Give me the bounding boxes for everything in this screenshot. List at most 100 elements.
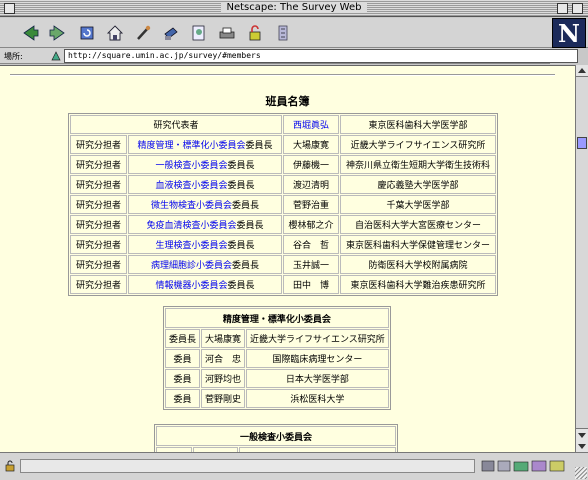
search-icon[interactable] <box>134 24 152 42</box>
position-text: 委員長 <box>227 161 255 171</box>
position-cell: 委員 <box>165 349 201 368</box>
name-link[interactable]: 西堀眞弘 <box>293 121 329 131</box>
name-cell: 渡辺清明 <box>283 175 339 194</box>
page-proxy-icon[interactable] <box>50 50 62 62</box>
images-icon[interactable] <box>190 24 208 42</box>
resize-grip[interactable] <box>575 467 587 479</box>
committee-cell: 免疫血清検査小委員会委員長 <box>128 215 282 234</box>
name-cell: 西堀眞弘 <box>283 115 339 134</box>
navigation-toolbar <box>0 18 588 48</box>
committee-cell: 情報機器小委員会委員長 <box>128 275 282 294</box>
print-icon[interactable] <box>218 24 236 42</box>
committee-link[interactable]: 免疫血清検査小委員会 <box>147 221 237 231</box>
position-text: 委員長 <box>227 241 255 251</box>
guide-icon[interactable] <box>162 24 180 42</box>
committee-link[interactable]: 精度管理・標準化小委員会 <box>138 141 246 151</box>
window-title: Netscape: The Survey Web <box>220 2 368 13</box>
position-cell: 委員 <box>165 389 201 408</box>
affiliation-cell: 千葉大学医学部 <box>340 195 496 214</box>
table-row: 研究分担者 微生物検査小委員会委員長 菅野治重 千葉大学医学部 <box>70 195 496 214</box>
table-row: 研究分担者 一般検査小委員会委員長 伊藤機一 神奈川県立衛生短期大学衛生技術科 <box>70 155 496 174</box>
status-bar <box>0 452 588 480</box>
affiliation-cell: 近畿大学ライフサイエンス研究所 <box>340 135 496 154</box>
collapse-box[interactable] <box>572 3 583 14</box>
affiliation-cell: 慶応義塾大学医学部 <box>340 175 496 194</box>
name-cell: 玉井誠一 <box>283 255 339 274</box>
table-row: 一般検査小委員会 <box>156 426 396 446</box>
role-cell: 研究分担者 <box>70 135 128 154</box>
url-input[interactable]: http://square.umin.ac.jp/survey/#members <box>64 49 578 63</box>
position-text: 委員長 <box>227 181 255 191</box>
position-text: 委員長 <box>232 261 260 271</box>
zoom-box[interactable] <box>557 3 568 14</box>
name-cell: 河合 忠 <box>201 349 246 368</box>
role-cell: 研究分担者 <box>70 215 128 234</box>
affiliation-cell: 防衛医科大学校附属病院 <box>340 255 496 274</box>
location-label: 場所: <box>4 52 23 61</box>
name-cell: 菅野治重 <box>283 195 339 214</box>
table-caption: 精度管理・標準化小委員会 <box>165 308 389 328</box>
affiliation-cell: 浜松医科大学 <box>246 389 389 408</box>
name-cell: 田中 博 <box>283 275 339 294</box>
role-cell: 研究代表者 <box>70 115 282 134</box>
security-lock-icon[interactable] <box>4 460 16 472</box>
reload-icon[interactable] <box>78 24 96 42</box>
table-row: 委員 河合 忠国際臨床病理センター <box>165 349 389 368</box>
table-row: 研究代表者 西堀眞弘 東京医科歯科大学医学部 <box>70 115 496 134</box>
position-text: 委員長 <box>227 281 255 291</box>
committee-link[interactable]: 一般検査小委員会 <box>156 161 228 171</box>
affiliation-cell: 東京医科歯科大学医学部 <box>340 115 496 134</box>
table-row: 精度管理・標準化小委員会 <box>165 308 389 328</box>
position-cell: 委員長 <box>165 329 201 348</box>
affiliation-cell: 神奈川県立衛生短期大学衛生技術科 <box>340 155 496 174</box>
committee-cell: 微生物検査小委員会委員長 <box>128 195 282 214</box>
name-cell: 谷合 哲 <box>283 235 339 254</box>
scroll-thumb[interactable] <box>577 137 587 149</box>
name-cell: 櫻林郁之介 <box>283 215 339 234</box>
location-bar: 場所: http://square.umin.ac.jp/survey/#mem… <box>0 48 578 64</box>
vertical-scrollbar[interactable] <box>575 65 588 452</box>
forward-icon[interactable] <box>48 24 66 42</box>
window-title-bar[interactable]: Netscape: The Survey Web <box>0 0 588 17</box>
table-row: 委員 菅野剛史 浜松医科大学 <box>165 389 389 408</box>
affiliation-cell: 近畿大学ライフサイエンス研究所 <box>246 329 389 348</box>
committee-link[interactable]: 血液検査小委員会 <box>156 181 228 191</box>
name-cell: 菅野剛史 <box>201 389 246 408</box>
role-cell: 研究分担者 <box>70 255 128 274</box>
table-row: 委員 河野均也 日本大学医学部 <box>165 369 389 388</box>
position-text: 委員長 <box>245 141 273 151</box>
role-cell: 研究分担者 <box>70 275 128 294</box>
scroll-down-arrow-icon[interactable] <box>576 428 588 452</box>
members-table: 研究代表者 西堀眞弘 東京医科歯科大学医学部 研究分担者 精度管理・標準化小委員会… <box>68 113 498 296</box>
committee-cell: 精度管理・標準化小委員会委員長 <box>128 135 282 154</box>
table-row: 研究分担者 生理検査小委員会委員長 谷合 哲東京医科歯科大学保健管理センター <box>70 235 496 254</box>
table-row: 研究分担者 免疫血清検査小委員会委員長 櫻林郁之介 自治医科大学大宮医療センター <box>70 215 496 234</box>
committee-link[interactable]: 微生物検査小委員会 <box>151 201 232 211</box>
role-cell: 研究分担者 <box>70 235 128 254</box>
position-cell: 委員 <box>165 369 201 388</box>
home-icon[interactable] <box>106 24 124 42</box>
role-cell: 研究分担者 <box>70 195 128 214</box>
affiliation-cell: 自治医科大学大宮医療センター <box>340 215 496 234</box>
table-row: 研究分担者 精度管理・標準化小委員会委員長 大場康寛 近畿大学ライフサイエンス研究所 <box>70 135 496 154</box>
back-icon[interactable] <box>22 24 40 42</box>
status-message <box>20 459 475 473</box>
scroll-up-arrow-icon[interactable] <box>576 65 588 77</box>
component-bar <box>480 459 572 473</box>
committee-link[interactable]: 病理細胞診小委員会 <box>151 261 232 271</box>
security-icon[interactable] <box>246 24 264 42</box>
name-cell: 河野均也 <box>201 369 246 388</box>
committee-link[interactable]: 生理検査小委員会 <box>156 241 228 251</box>
committee-cell: 一般検査小委員会委員長 <box>128 155 282 174</box>
table-row: 研究分担者 情報機器小委員会委員長 田中 博東京医科歯科大学難治疾患研究所 <box>70 275 496 294</box>
position-text: 委員長 <box>232 201 260 211</box>
netscape-logo-icon[interactable]: N <box>552 18 586 48</box>
ippan-committee-table: 一般検査小委員会 委員長伊藤機一神奈川県立衛生短期大学衛生技術科 <box>154 424 398 452</box>
seido-committee-table: 精度管理・標準化小委員会 委員長 大場康寛 近畿大学ライフサイエンス研究所 委員 河合 … <box>163 306 391 410</box>
committee-cell: 病理細胞診小委員会委員長 <box>128 255 282 274</box>
committee-link[interactable]: 情報機器小委員会 <box>156 281 228 291</box>
page-content[interactable]: 班員名簿 研究代表者 西堀眞弘 東京医科歯科大学医学部 研究分担者 精度管理・標準… <box>0 65 575 452</box>
name-cell: 伊藤機一 <box>283 155 339 174</box>
stop-icon[interactable] <box>274 24 292 42</box>
name-cell: 大場康寛 <box>283 135 339 154</box>
